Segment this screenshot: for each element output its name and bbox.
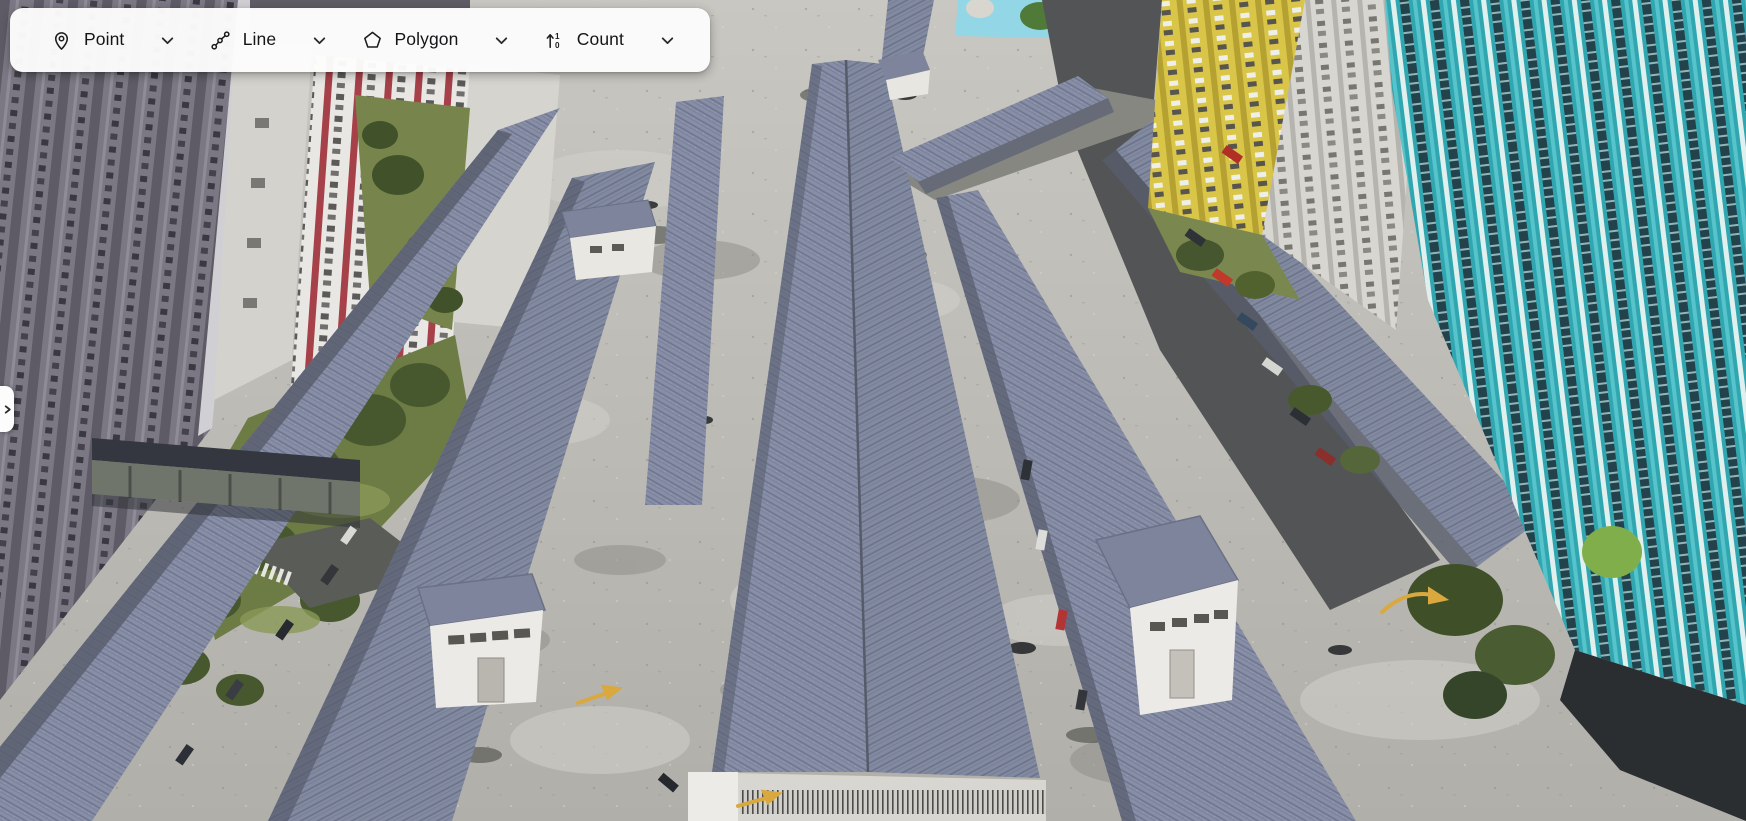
measure-toolbar: Point Line Polygon 1 0 Count: [10, 8, 710, 72]
chevron-down-icon[interactable]: [159, 32, 176, 49]
tool-polygon[interactable]: Polygon: [361, 29, 511, 52]
numeric-sort-icon: 1 0: [546, 32, 560, 50]
app-window: Point Line Polygon 1 0 Count: [0, 0, 1746, 821]
chevron-down-icon[interactable]: [311, 32, 328, 49]
tool-point-label: Point: [84, 29, 125, 50]
tool-polygon-label: Polygon: [394, 29, 459, 50]
bottom-parapet-fence: [688, 772, 1046, 821]
tool-line[interactable]: Line: [209, 29, 329, 52]
tool-point[interactable]: Point: [50, 29, 176, 52]
stair-kiosk-upper: [561, 199, 657, 280]
svg-text:0: 0: [555, 41, 560, 50]
chevron-down-icon[interactable]: [493, 32, 510, 49]
chevron-right-icon: [4, 404, 11, 414]
map-pin-icon: [54, 31, 69, 50]
pentagon-icon: [363, 31, 381, 48]
side-panel-expand-handle[interactable]: [0, 386, 14, 432]
tool-line-label: Line: [242, 29, 277, 50]
stair-kiosk-center: [417, 573, 547, 708]
tool-count[interactable]: 1 0 Count: [543, 29, 676, 52]
polyline-nodes-icon: [211, 30, 230, 50]
svg-text:1: 1: [555, 32, 560, 41]
map-viewport-3d[interactable]: [0, 0, 1746, 821]
tool-count-label: Count: [576, 29, 624, 50]
chevron-down-icon[interactable]: [659, 32, 676, 49]
